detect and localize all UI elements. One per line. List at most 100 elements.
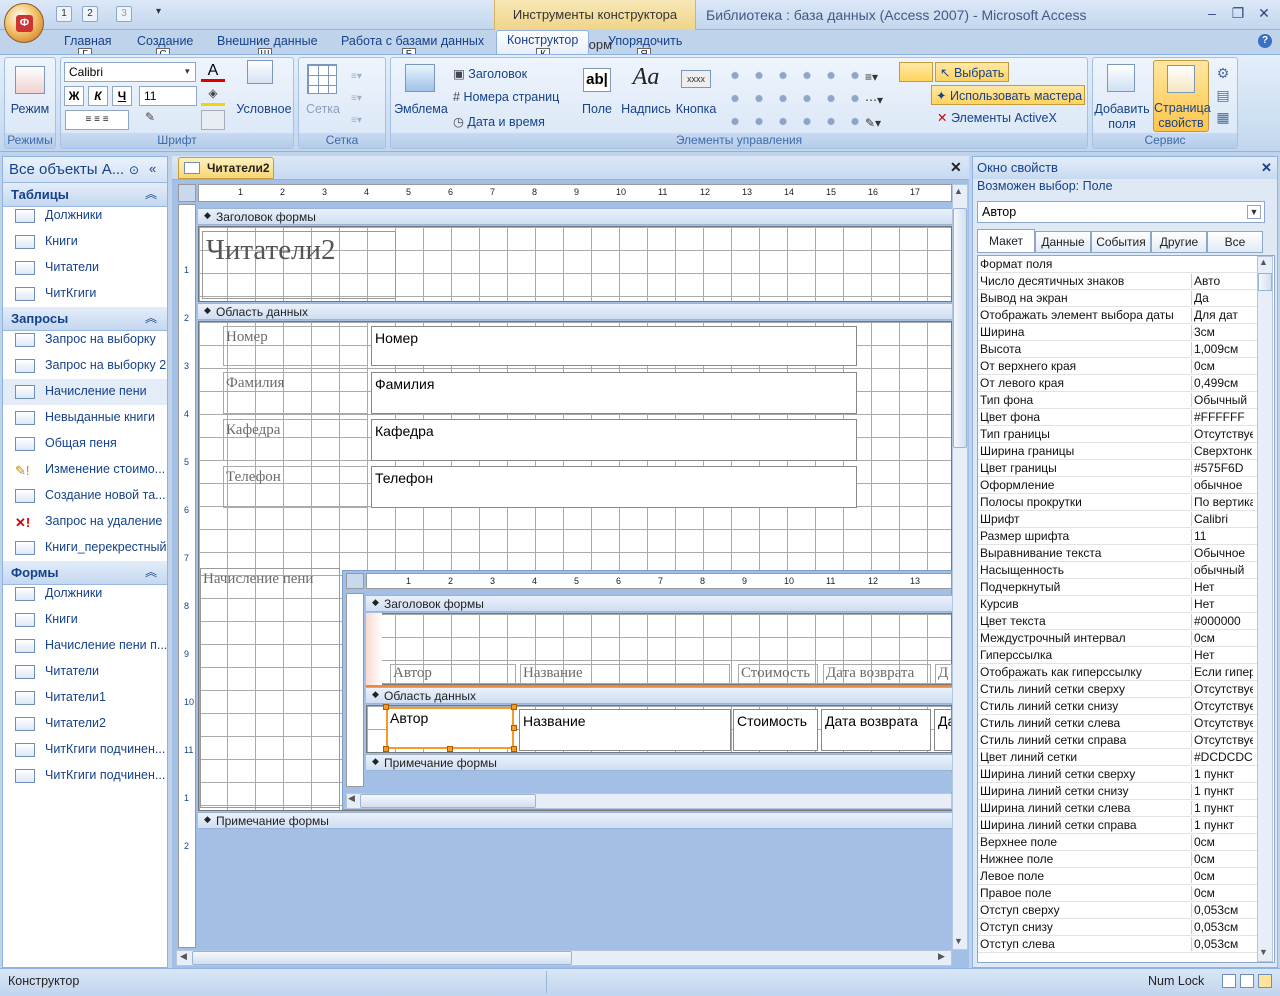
selection-handle[interactable] [511,746,517,752]
property-sheet-button[interactable]: Страница свойств [1153,60,1211,132]
property-row[interactable]: Ширина линий сетки слева 1 пункт [978,800,1258,817]
property-row[interactable]: Высота 1,009см [978,341,1258,358]
selection-handle[interactable] [511,704,517,710]
property-row[interactable]: Междустрочный интервал 0см [978,630,1258,647]
tab-all[interactable]: Все [1207,231,1263,253]
button-button[interactable]: Кнопка [673,102,719,116]
nav-item-query[interactable]: Невыданные книги [3,405,167,431]
column-label[interactable]: Стоимость [738,664,818,684]
property-row[interactable]: Отображать как гиперссылку Если гипер [978,664,1258,681]
bold-button[interactable]: Ж [64,86,84,106]
nav-item-query[interactable]: Общая пеня [3,431,167,457]
selection-handle[interactable] [511,725,517,731]
property-row[interactable]: Стиль линий сетки снизу Отсутствует [978,698,1258,715]
nav-item-table[interactable]: ЧитКгиги [3,281,167,307]
property-value[interactable]: Отсутствует [1191,699,1253,713]
property-value[interactable]: 0см [1191,869,1253,883]
help-icon[interactable]: ? [1258,34,1272,48]
cost-textbox[interactable]: Стоимость [733,709,818,751]
property-value[interactable]: Отсутствует [1191,427,1253,441]
property-row[interactable]: Нижнее поле 0см [978,851,1258,868]
field-textbox[interactable]: Телефон [371,466,857,508]
property-row[interactable]: Цвет границы #575F6D [978,460,1258,477]
field-button[interactable]: Поле [577,102,617,116]
form-title-label[interactable]: Читатели2 [202,231,396,299]
property-value[interactable]: Нет [1191,648,1253,662]
nav-title[interactable]: Все объекты A... [3,157,167,183]
save-icon[interactable]: 1 [56,6,72,22]
title-textbox[interactable]: Название [519,709,731,751]
field-label[interactable]: Кафедра [223,419,368,461]
property-row[interactable]: Шрифт Calibri [978,511,1258,528]
property-value[interactable]: 0см [1191,852,1253,866]
field-label[interactable]: Номер [223,326,368,366]
collapse-icon[interactable]: ︽ [145,309,157,326]
property-value[interactable]: 1 пункт [1191,818,1253,832]
property-row[interactable]: Вывод на экран Да [978,290,1258,307]
property-row[interactable]: Ширина линий сетки снизу 1 пункт [978,783,1258,800]
scroll-up-icon[interactable]: ▲ [954,186,963,196]
redo-icon[interactable]: 3 [116,6,132,22]
control-icons[interactable] [723,64,861,130]
rectangle-tool-icon[interactable] [899,62,933,82]
select-button[interactable]: ↖ Выбрать [935,62,1009,82]
property-row[interactable]: От верхнего края 0см [978,358,1258,375]
font-size-select[interactable]: 11 [139,86,197,106]
fill-color-icon[interactable]: ◈ [201,86,225,106]
property-value[interactable]: обычное [1191,478,1253,492]
form-view-icon[interactable] [1222,974,1236,988]
property-value[interactable]: 1,009см [1191,342,1253,356]
property-value[interactable]: 0см [1191,835,1253,849]
property-value[interactable]: Авто [1191,274,1253,288]
grid-button[interactable]: Сетка [299,102,347,116]
nav-item-table[interactable]: Должники [3,203,167,229]
nav-item-form[interactable]: Должники [3,581,167,607]
property-row[interactable]: Стиль линий сетки сверху Отсутствует [978,681,1258,698]
property-value[interactable]: обычный [1191,563,1253,577]
column-label[interactable]: Дата возврата [823,664,931,684]
close-icon[interactable]: ✕ [1256,5,1272,21]
conditional-button[interactable]: Условное [233,102,295,116]
property-value[interactable]: 0см [1191,886,1253,900]
tab-other[interactable]: Другие [1151,231,1207,253]
property-row[interactable]: Цвет линий сетки #DCDCDC [978,749,1258,766]
property-row[interactable]: Тип фона Обычный [978,392,1258,409]
nav-item-form[interactable]: ЧитКгиги подчинен... [3,763,167,789]
collapse-icon[interactable]: ︽ [145,185,157,202]
property-row[interactable]: Число десятичных знаков Авто [978,273,1258,290]
property-value[interactable]: #000000 [1191,614,1253,628]
nav-item-query[interactable]: Создание новой та... [3,483,167,509]
view-button[interactable]: Режим [5,102,55,116]
underline-button[interactable]: Ч [112,86,132,106]
add-fields-button[interactable]: Добавить поля [1093,102,1151,132]
property-value[interactable]: 0см [1191,631,1253,645]
property-value[interactable]: Отсутствует [1191,733,1253,747]
page-numbers-button[interactable]: # Номера страниц [453,90,559,104]
property-value[interactable]: 0,053см [1191,937,1253,951]
property-row[interactable]: Цвет текста #000000 [978,613,1258,630]
nav-item-form[interactable]: Читатели1 [3,685,167,711]
property-row[interactable]: Тип границы Отсутствует [978,426,1258,443]
property-row[interactable]: Ширина 3см [978,324,1258,341]
section-form-header[interactable]: Заголовок формы [198,208,952,225]
nav-item-query[interactable]: ✕! Запрос на удаление [3,509,167,535]
property-row[interactable]: Подчеркнутый Нет [978,579,1258,596]
nav-item-form[interactable]: Книги [3,607,167,633]
property-value[interactable]: Да [1191,291,1253,305]
property-value[interactable]: 3см [1191,325,1253,339]
collapse-pane-icon[interactable]: « [149,161,156,176]
align-icons[interactable]: ≡ ≡ ≡ [65,110,129,130]
property-row[interactable]: Ширина линий сетки справа 1 пункт [978,817,1258,834]
font-color-icon[interactable]: A [201,62,225,82]
property-row[interactable]: Отступ снизу 0,053см [978,919,1258,936]
scroll-thumb[interactable] [192,951,572,965]
return-date-textbox[interactable]: Дата возврата [821,709,931,751]
use-wizard-button[interactable]: ✦ Использовать мастера [931,85,1085,105]
nav-item-form[interactable]: Читатели2 [3,711,167,737]
line-color-icon[interactable] [201,110,225,130]
selection-handle[interactable] [383,746,389,752]
property-row[interactable]: Цвет фона #FFFFFF [978,409,1258,426]
close-document-icon[interactable]: ✕ [950,159,962,176]
property-value[interactable]: Обычное [1191,546,1253,560]
scroll-thumb[interactable] [1258,273,1272,291]
